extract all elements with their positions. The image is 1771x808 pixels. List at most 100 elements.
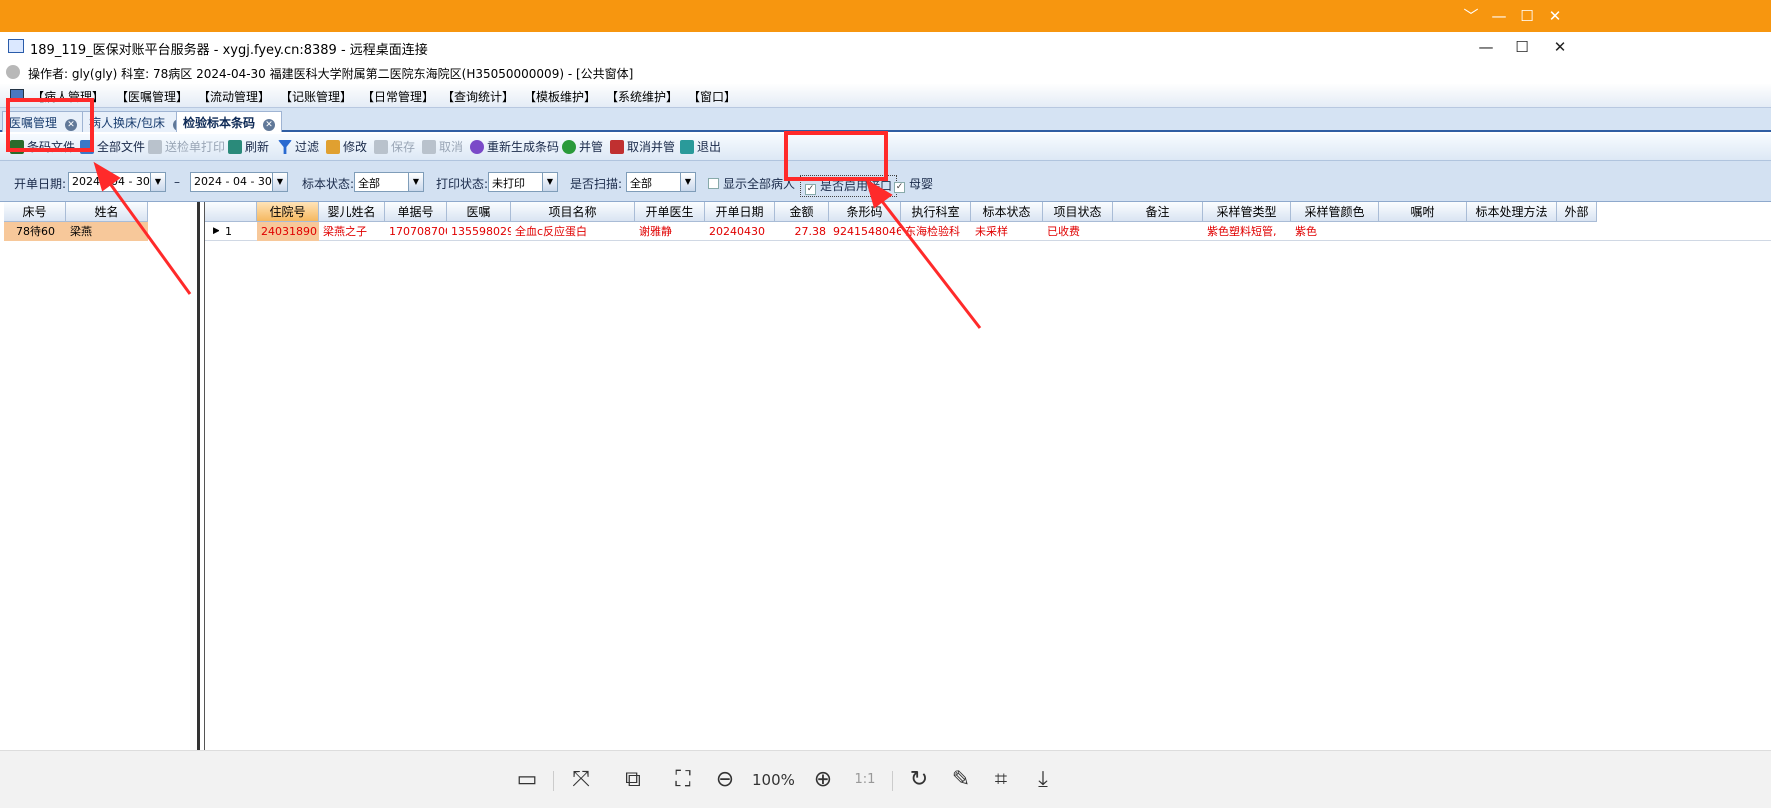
- filter-icon: [278, 140, 292, 154]
- column-header-barcode[interactable]: 条形码: [829, 202, 901, 222]
- scan-status-select[interactable]: 全部 ▼: [626, 172, 696, 192]
- fit-screen-icon[interactable]: ⤧: [566, 765, 596, 795]
- checkbox-label: 母婴: [909, 177, 934, 191]
- fullscreen-icon[interactable]: ⛶: [668, 765, 698, 795]
- checkbox-icon[interactable]: ✓: [894, 182, 905, 193]
- download-icon[interactable]: ⤓: [1028, 765, 1058, 795]
- operator-info: 操作者: gly(gly) 科室: 78病区 2024-04-30 福建医科大学…: [28, 67, 634, 81]
- column-header-receipt-no[interactable]: 单据号: [385, 202, 447, 222]
- cell-tube-type: 紫色塑料短管,: [1207, 225, 1277, 238]
- window-maximize-button[interactable]: ☐: [1510, 36, 1534, 58]
- refresh-icon: [228, 140, 242, 154]
- close-icon[interactable]: ✕: [1544, 6, 1566, 26]
- checkbox-icon[interactable]: ✓: [805, 184, 816, 195]
- column-header-bed[interactable]: 床号: [4, 202, 66, 222]
- edit-button[interactable]: 修改: [326, 138, 367, 155]
- specimen-status-label: 标本状态:: [302, 177, 355, 191]
- table-row[interactable]: ▶ 1 24031890 梁燕之子 170708700 135598029 全血c反应蛋…: [205, 222, 1771, 241]
- crop-icon[interactable]: ⌗: [986, 765, 1016, 795]
- annotation-box-barcode-file: [6, 98, 94, 152]
- menu-template[interactable]: 【模板维护】: [524, 88, 596, 105]
- scan-status-label: 是否扫描:: [570, 177, 623, 191]
- close-tab-icon[interactable]: ✕: [263, 119, 276, 131]
- label: 过滤: [295, 140, 320, 154]
- column-header-amount[interactable]: 金额: [775, 202, 829, 222]
- window-title: 189_119_医保对账平台服务器 - xygj.fyey.cn:8389 - …: [30, 43, 428, 58]
- maximize-icon[interactable]: ☐: [1516, 6, 1538, 26]
- remote-desktop-icon: [8, 39, 24, 53]
- regenerate-barcode-button[interactable]: 重新生成条码: [470, 138, 559, 155]
- label: 送检单打印: [165, 140, 226, 154]
- column-header-instruction[interactable]: 嘱咐: [1379, 202, 1467, 222]
- menu-query[interactable]: 【查询统计】: [442, 88, 514, 105]
- column-header-tube-type[interactable]: 采样管类型: [1203, 202, 1291, 222]
- cell-order-no: 135598029: [451, 225, 511, 238]
- chevron-down-icon[interactable]: ▼: [408, 173, 423, 191]
- rotate-icon[interactable]: ↻: [904, 765, 934, 795]
- layout-icon[interactable]: ▭: [512, 765, 542, 795]
- column-header-item-name[interactable]: 项目名称: [511, 202, 635, 222]
- cell-doctor: 谢雅静: [639, 225, 672, 238]
- zoom-in-icon[interactable]: ⊕: [808, 765, 838, 795]
- merge-tubes-button[interactable]: 并管: [562, 138, 603, 155]
- chevron-down-icon[interactable]: ▼: [542, 173, 557, 191]
- menu-billing[interactable]: 【记账管理】: [280, 88, 352, 105]
- print-status-select[interactable]: 未打印 ▼: [488, 172, 558, 192]
- menu-system[interactable]: 【系统维护】: [606, 88, 678, 105]
- label: 保存: [391, 140, 416, 154]
- column-header-remark[interactable]: 备注: [1113, 202, 1203, 222]
- actual-size-icon[interactable]: 1:1: [850, 765, 880, 795]
- column-header-item-status[interactable]: 项目状态: [1043, 202, 1113, 222]
- menu-daily[interactable]: 【日常管理】: [362, 88, 434, 105]
- column-header-indicator[interactable]: [205, 202, 257, 222]
- exit-button[interactable]: 退出: [680, 138, 721, 155]
- cell-order-date: 20240430: [709, 225, 765, 238]
- refresh-button[interactable]: 刷新: [228, 138, 269, 155]
- tab-specimen-barcode[interactable]: 检验标本条码 ✕: [176, 111, 283, 132]
- date-from-picker[interactable]: 2024 - 04 - 30 ▼: [68, 172, 166, 192]
- collapse-icon[interactable]: ﹀: [1460, 6, 1482, 26]
- save-button[interactable]: 保存: [374, 138, 415, 155]
- divider: [892, 771, 893, 791]
- cell-receipt-no: 170708700: [389, 225, 447, 238]
- column-header-tube-color[interactable]: 采样管颜色: [1291, 202, 1379, 222]
- chevron-down-icon[interactable]: ▼: [150, 173, 165, 191]
- cell-exec-dept: 东海检验科: [905, 225, 960, 238]
- menu-orders[interactable]: 【医嘱管理】: [116, 88, 188, 105]
- column-header-exec-dept[interactable]: 执行科室: [901, 202, 971, 222]
- window-close-button[interactable]: ✕: [1548, 36, 1572, 58]
- chevron-down-icon[interactable]: ▼: [680, 173, 695, 191]
- window-minimize-button[interactable]: —: [1474, 36, 1498, 58]
- cancel-button[interactable]: 取消: [422, 138, 463, 155]
- column-header-processing[interactable]: 标本处理方法: [1467, 202, 1557, 222]
- chevron-down-icon[interactable]: ▼: [272, 173, 287, 191]
- column-header-doctor[interactable]: 开单医生: [635, 202, 705, 222]
- unmerge-tubes-button[interactable]: 取消并管: [610, 138, 675, 155]
- outer-title-bar: ﹀ — ☐ ✕: [0, 0, 1771, 32]
- send-print-button[interactable]: 送检单打印: [148, 138, 225, 155]
- date-to-picker[interactable]: 2024 - 04 - 30 ▼: [190, 172, 288, 192]
- zoom-out-icon[interactable]: ⊖: [710, 765, 740, 795]
- specimen-grid: 住院号 婴儿姓名 单据号 医嘱 项目名称 开单医生 开单日期 金额 条形码 执行科室 标本状态 项目状…: [204, 202, 1771, 750]
- edit-image-icon[interactable]: ✎: [946, 765, 976, 795]
- column-header-external[interactable]: 外部: [1557, 202, 1597, 222]
- edit-icon: [326, 140, 340, 154]
- column-header-baby-name[interactable]: 婴儿姓名: [319, 202, 385, 222]
- cell-specimen-status: 未采样: [975, 225, 1008, 238]
- column-header-order[interactable]: 医嘱: [447, 202, 511, 222]
- specimen-status-select[interactable]: 全部 ▼: [354, 172, 424, 192]
- print-status-value: 未打印: [492, 177, 525, 190]
- minimize-icon[interactable]: —: [1488, 6, 1510, 26]
- patient-row[interactable]: 78待60 梁燕: [4, 222, 148, 241]
- mother-baby-checkbox[interactable]: ✓ 母婴: [894, 175, 933, 193]
- checkbox-icon[interactable]: [708, 178, 719, 189]
- ocr-icon[interactable]: ⧉: [618, 765, 648, 795]
- column-header-name[interactable]: 姓名: [66, 202, 148, 222]
- show-all-patients-checkbox[interactable]: 显示全部病人: [708, 175, 795, 192]
- menu-window[interactable]: 【窗口】: [688, 88, 736, 105]
- filter-button[interactable]: 过滤: [278, 138, 319, 155]
- column-header-admission-no[interactable]: 住院号: [257, 202, 319, 222]
- menu-flow[interactable]: 【流动管理】: [198, 88, 270, 105]
- column-header-order-date[interactable]: 开单日期: [705, 202, 775, 222]
- column-header-specimen-status[interactable]: 标本状态: [971, 202, 1043, 222]
